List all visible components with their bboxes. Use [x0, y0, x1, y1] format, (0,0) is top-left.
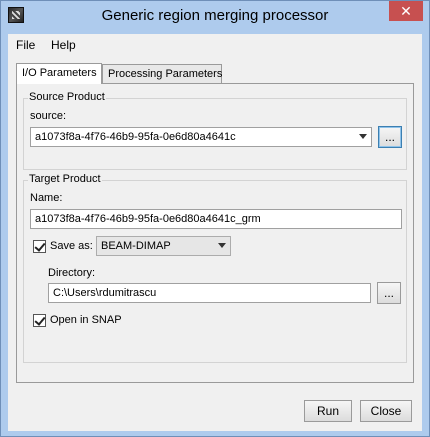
title-bar[interactable]: Generic region merging processor ✕ [1, 1, 429, 33]
target-product-legend: Target Product [28, 173, 102, 185]
source-product-legend: Source Product [28, 91, 106, 103]
close-button[interactable]: Close [360, 400, 412, 422]
window-close-button[interactable]: ✕ [389, 1, 423, 21]
save-as-checkbox[interactable] [33, 240, 46, 253]
save-format-value: BEAM-DIMAP [101, 240, 171, 252]
chevron-down-icon [218, 243, 226, 248]
open-in-snap-checkbox[interactable] [33, 314, 46, 327]
io-parameters-panel: Source Product source: a1073f8a-4f76-46b… [16, 83, 414, 383]
source-product-combo[interactable]: a1073f8a-4f76-46b9-95fa-0e6d80a4641c [30, 127, 372, 147]
tab-io-parameters[interactable]: I/O Parameters [16, 63, 102, 84]
menu-bar: File Help [8, 34, 422, 56]
name-label: Name: [30, 192, 63, 204]
directory-browse-button[interactable]: ... [377, 282, 401, 304]
target-name-input[interactable]: a1073f8a-4f76-46b9-95fa-0e6d80a4641c_grm [30, 209, 402, 229]
open-in-snap-label: Open in SNAP [50, 314, 122, 326]
save-as-label: Save as: [50, 240, 93, 252]
dialog-window: Generic region merging processor ✕ File … [0, 0, 430, 437]
run-button[interactable]: Run [304, 400, 352, 422]
save-format-combo[interactable]: BEAM-DIMAP [96, 236, 231, 256]
target-product-group: Target Product Name: a1073f8a-4f76-46b9-… [23, 173, 407, 363]
source-label: source: [30, 110, 67, 122]
menu-help[interactable]: Help [51, 38, 76, 52]
tab-processing-parameters[interactable]: Processing Parameters [102, 64, 222, 84]
directory-label: Directory: [48, 267, 96, 279]
snap-app-icon [8, 7, 24, 23]
dialog-content: File Help I/O Parameters Processing Para… [8, 34, 422, 431]
source-product-group: Source Product source: a1073f8a-4f76-46b… [23, 91, 407, 170]
source-browse-button[interactable]: ... [378, 126, 402, 148]
directory-input[interactable]: C:\Users\rdumitrascu [48, 283, 371, 303]
window-title: Generic region merging processor [101, 7, 329, 24]
menu-file[interactable]: File [16, 38, 35, 52]
chevron-down-icon [359, 134, 367, 139]
source-product-value: a1073f8a-4f76-46b9-95fa-0e6d80a4641c [35, 131, 236, 143]
